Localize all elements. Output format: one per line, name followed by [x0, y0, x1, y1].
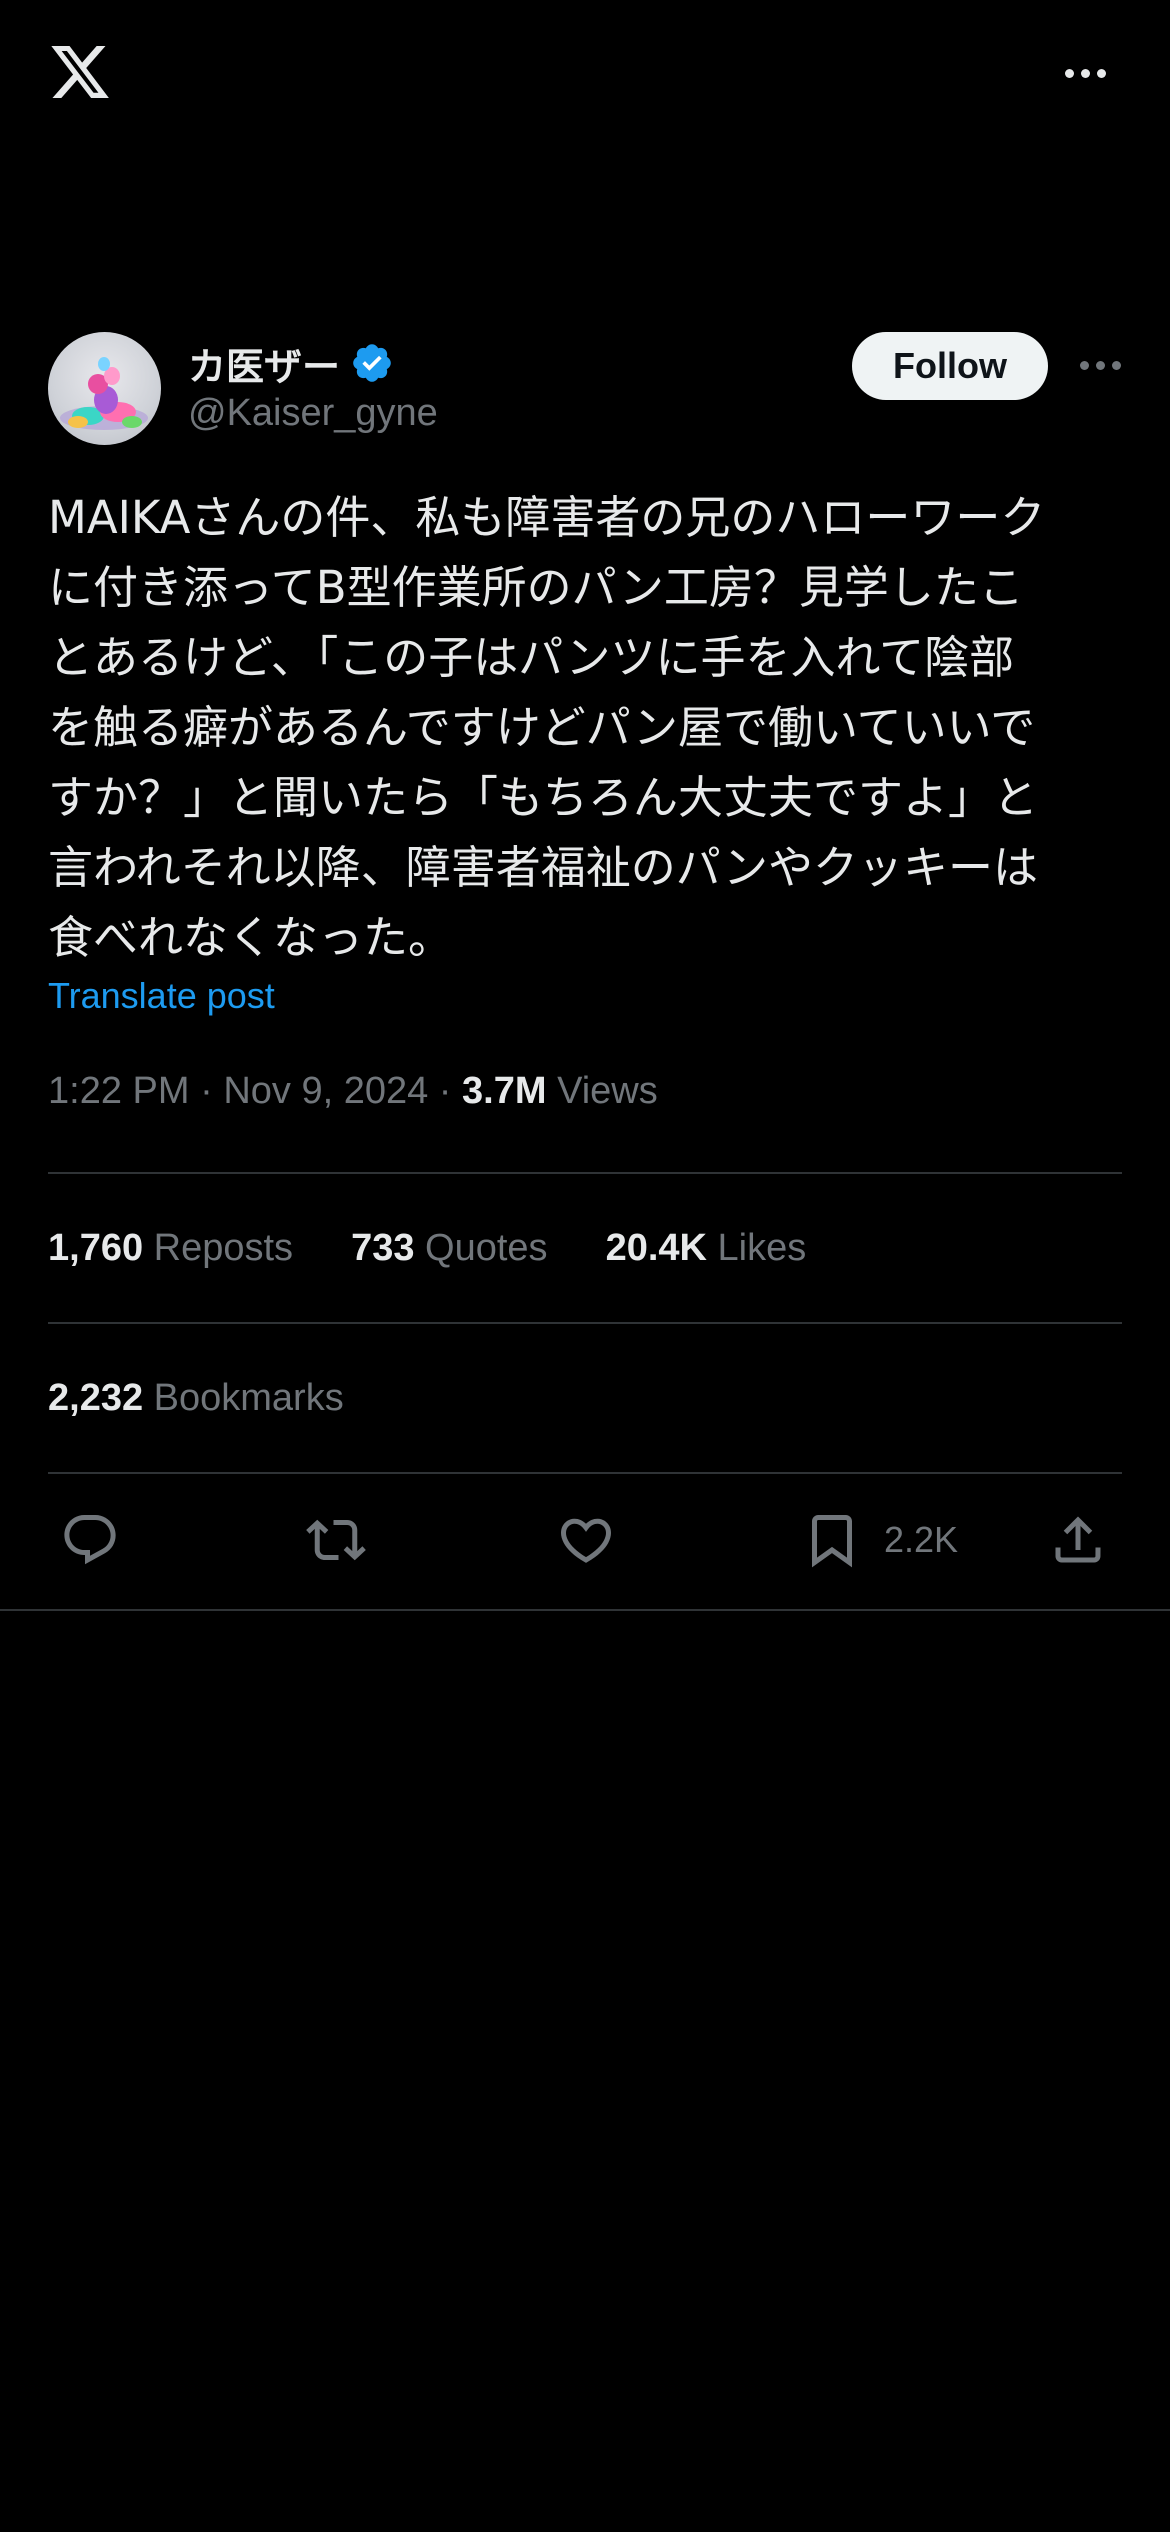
bookmarks-label: Bookmarks — [153, 1376, 344, 1419]
bookmarks-stat[interactable]: 2,232 Bookmarks — [48, 1370, 402, 1426]
avatar[interactable] — [48, 332, 161, 445]
bookmarks-count: 2,232 — [48, 1376, 144, 1419]
action-bar: 2.2K — [0, 1490, 1170, 1590]
display-name-row: カ医ザー — [188, 336, 394, 391]
divider — [0, 1609, 1170, 1611]
likes-label: Likes — [717, 1226, 807, 1269]
share-icon — [1055, 1516, 1101, 1563]
follow-button[interactable]: Follow — [852, 332, 1048, 400]
repost-button[interactable] — [306, 1510, 366, 1570]
reply-button[interactable] — [60, 1510, 120, 1570]
translate-post-link[interactable]: Translate post — [48, 975, 275, 1017]
quotes-count: 733 — [351, 1226, 415, 1269]
share-button[interactable] — [1048, 1510, 1108, 1570]
tweet-author-header: カ医ザー @Kaiser_gyne Follow — [48, 332, 1122, 450]
top-bar — [0, 0, 1170, 150]
divider — [48, 1472, 1122, 1474]
more-horizontal-icon[interactable] — [1062, 62, 1110, 86]
heart-icon — [560, 1518, 612, 1563]
display-name[interactable]: カ医ザー — [188, 336, 340, 391]
engagement-stats: 1,760 Reposts 733 Quotes 20.4K Likes — [48, 1220, 864, 1276]
tweet-meta: 1:22 PM · Nov 9, 2024 · 3.7M Views — [48, 1070, 658, 1113]
views-count: 3.7M — [462, 1070, 547, 1112]
meta-separator: · — [200, 1070, 213, 1112]
meta-separator: · — [438, 1070, 452, 1112]
tweet-time[interactable]: 1:22 PM — [48, 1070, 190, 1112]
tweet-date[interactable]: Nov 9, 2024 — [223, 1070, 428, 1112]
bookmark-button[interactable]: 2.2K — [802, 1510, 958, 1570]
quotes-stat[interactable]: 733 Quotes — [351, 1227, 548, 1270]
reposts-label: Reposts — [153, 1226, 294, 1269]
reposts-stat[interactable]: 1,760 Reposts — [48, 1227, 293, 1270]
repost-icon — [306, 1519, 366, 1561]
bookmark-icon — [812, 1515, 852, 1568]
bookmarks-stat-text: 2,232 Bookmarks — [48, 1377, 344, 1420]
verified-badge-icon — [353, 344, 391, 382]
likes-count: 20.4K — [605, 1226, 707, 1269]
user-handle[interactable]: @Kaiser_gyne — [188, 392, 438, 435]
divider — [48, 1322, 1122, 1324]
quotes-label: Quotes — [425, 1226, 548, 1269]
divider — [48, 1172, 1122, 1174]
tweet-text: MAIKAさんの件、私も障害者の兄のハローワーク に付き添ってB型作業所のパン工… — [48, 491, 1046, 964]
reposts-count: 1,760 — [48, 1226, 144, 1269]
like-button[interactable] — [556, 1510, 616, 1570]
views-label: Views — [557, 1070, 658, 1112]
x-logo-icon[interactable] — [46, 40, 114, 104]
tweet-more-icon[interactable] — [1078, 356, 1126, 376]
reply-icon — [64, 1515, 116, 1565]
likes-stat[interactable]: 20.4K Likes — [606, 1227, 807, 1270]
avatar-image — [60, 357, 148, 430]
bookmark-count: 2.2K — [884, 1519, 959, 1560]
